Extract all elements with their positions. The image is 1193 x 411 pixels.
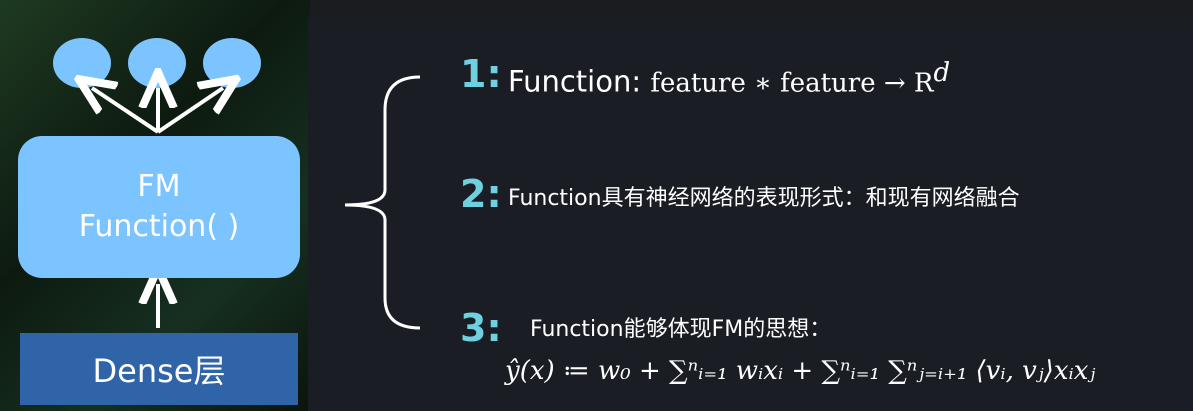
- point-2-number: 2:: [460, 172, 502, 216]
- point-1-text: Function: feature ∗ feature → Rd: [508, 58, 950, 99]
- point-3-text: Function能够体现FM的思想：: [530, 317, 832, 342]
- arrow-to-node-1: [92, 88, 160, 134]
- fm-function-box: FM Function( ): [18, 136, 300, 278]
- point-1-label: Function:: [508, 64, 651, 99]
- fm-formula: ŷ(x) ≔ w₀ + ∑ⁿᵢ₌₁ wᵢxᵢ + ∑ⁿᵢ₌₁ ∑ⁿⱼ₌ᵢ₊₁ ⟨…: [505, 356, 1096, 386]
- point-3-number: 3:: [460, 306, 502, 350]
- dense-label: Dense层: [92, 352, 226, 390]
- point-1-number: 1:: [460, 52, 502, 96]
- fm-box-line1: FM: [137, 169, 181, 204]
- curly-brace: [344, 75, 421, 330]
- fm-box-line2: Function( ): [78, 209, 240, 244]
- arrow-to-node-3: [156, 88, 223, 134]
- dense-layer-box: Dense层: [20, 333, 298, 405]
- point-1-formula: feature ∗ feature → R: [650, 68, 934, 99]
- point-2-text: Function具有神经网络的表现形式：和现有网络融合: [508, 186, 1020, 211]
- point-1-superscript: d: [933, 58, 951, 88]
